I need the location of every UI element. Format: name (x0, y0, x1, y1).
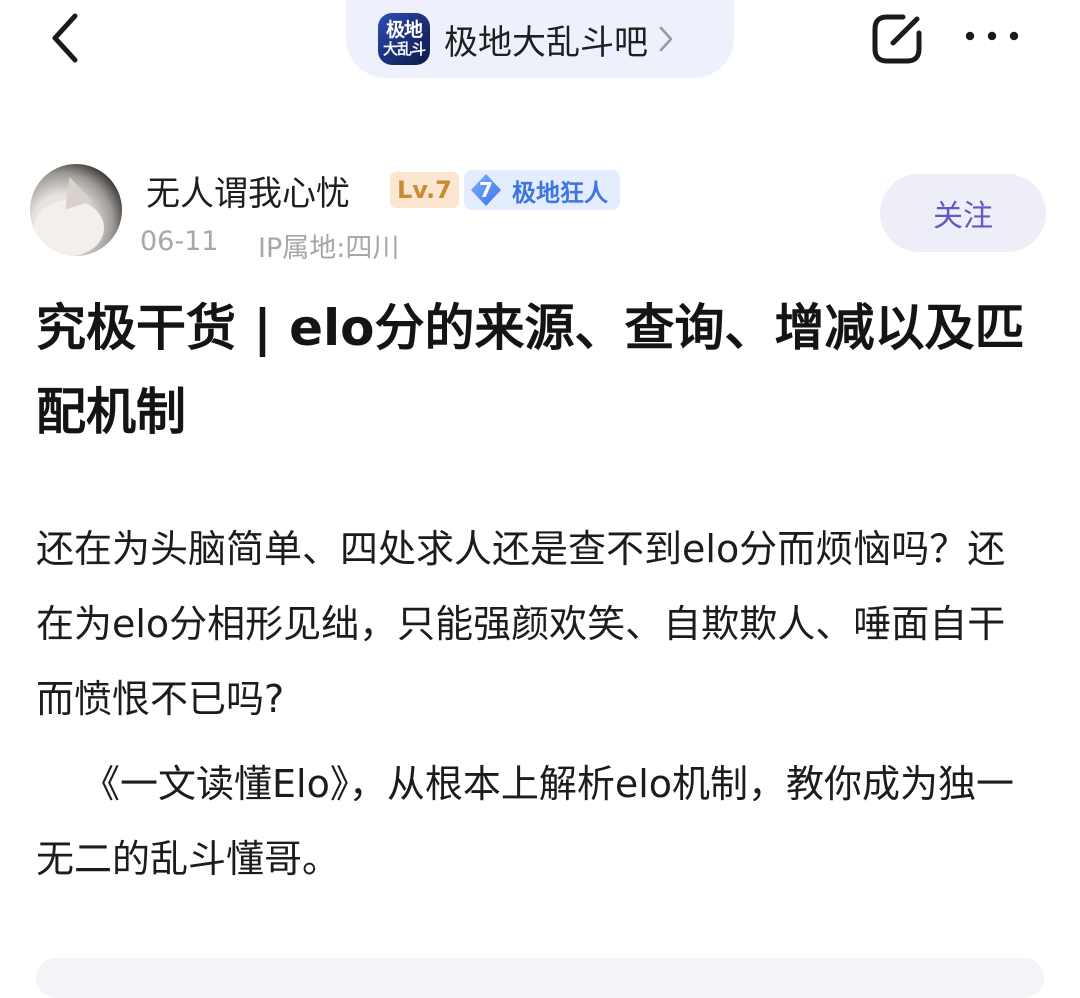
more-button[interactable] (960, 10, 1024, 62)
forum-logo-line1: 极地 (385, 19, 423, 41)
follow-button[interactable]: 关注 (880, 174, 1046, 252)
share-edit-icon (872, 14, 922, 64)
more-dots-icon (965, 31, 1019, 41)
forum-logo: 极地 大乱斗 (378, 13, 430, 65)
top-bar: 极地 大乱斗 极地大乱斗吧 (0, 0, 1080, 80)
share-edit-button[interactable] (866, 8, 928, 70)
diamond-icon: 7 (468, 172, 504, 208)
ip-location: IP属地:四川 (258, 233, 400, 264)
author-name[interactable]: 无人谓我心忧 (146, 166, 350, 215)
forum-link[interactable]: 极地 大乱斗 极地大乱斗吧 (346, 0, 734, 78)
forum-name: 极地大乱斗吧 (444, 22, 648, 63)
post-paragraph: 还在为头脑简单、四处求人还是查不到elo分而烦恼吗？还在为elo分相形见绌，只能… (36, 527, 1006, 721)
title-badge-text: 极地狂人 (512, 178, 608, 207)
post-paragraph: 《一文读懂Elo》，从根本上解析elo机制，教你成为独一无二的乱斗懂哥。 (36, 762, 1015, 881)
title-badge: 7 极地狂人 (464, 170, 620, 210)
back-button[interactable] (40, 8, 90, 68)
avatar[interactable] (30, 164, 122, 256)
post-date: 06-11 (140, 226, 219, 257)
chevron-right-icon (658, 24, 676, 54)
forum-logo-line2: 大乱斗 (382, 40, 426, 58)
title-badge-number: 7 (479, 178, 493, 202)
post-body: 还在为头脑简单、四处求人还是查不到elo分而烦恼吗？还在为elo分相形见绌，只能… (36, 512, 1036, 897)
post-title: 究极干货 | elo分的来源、查询、增减以及匹配机制 (36, 299, 1025, 441)
content-card-peek[interactable] (36, 958, 1044, 998)
level-badge: Lv.7 (390, 172, 459, 208)
chevron-left-icon (52, 13, 78, 63)
